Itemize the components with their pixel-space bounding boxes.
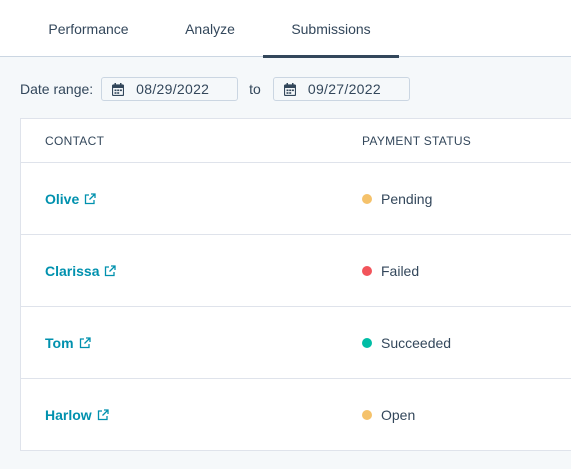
tab-analyze[interactable]: Analyze: [172, 0, 248, 57]
status-label: Failed: [381, 263, 420, 279]
payment-status: Pending: [362, 163, 432, 235]
table-row: Clarissa Failed: [21, 235, 571, 307]
to-label: to: [249, 81, 261, 97]
contact-link[interactable]: Harlow: [45, 379, 109, 451]
status-dot: [362, 410, 372, 420]
end-date-input[interactable]: 09/27/2022: [272, 77, 410, 101]
status-label: Succeeded: [381, 335, 452, 351]
table-header: CONTACT PAYMENT STATUS: [21, 119, 571, 163]
contact-name: Harlow: [45, 407, 92, 423]
tab-submissions[interactable]: Submissions: [263, 0, 399, 58]
external-link-icon: [105, 265, 117, 277]
date-range-filter: Date range: 08/29/2022 to 09/27/2022: [20, 77, 410, 101]
contact-link[interactable]: Tom: [45, 307, 91, 379]
table-row: Olive Pending: [21, 163, 571, 235]
payment-status: Succeeded: [362, 307, 451, 379]
status-label: Pending: [381, 191, 433, 207]
contact-link[interactable]: Olive: [45, 163, 96, 235]
end-date-value: 09/27/2022: [307, 81, 381, 97]
table-row: Tom Succeeded: [21, 307, 571, 379]
column-header-contact[interactable]: CONTACT: [45, 134, 104, 148]
status-dot: [362, 266, 372, 276]
external-link-icon: [97, 409, 109, 421]
payment-status: Open: [362, 379, 415, 451]
contact-name: Tom: [45, 335, 74, 351]
start-date-value: 08/29/2022: [136, 81, 210, 97]
calendar-icon: [112, 82, 125, 96]
external-link-icon: [85, 193, 96, 205]
start-date-input[interactable]: 08/29/2022: [101, 77, 239, 101]
tab-bar: Performance Analyze Submissions: [0, 0, 571, 58]
calendar-icon: [283, 82, 296, 96]
contact-name: Clarissa: [45, 263, 100, 279]
date-range-label: Date range:: [20, 81, 94, 97]
contact-name: Olive: [45, 191, 80, 207]
payment-status: Failed: [362, 235, 419, 307]
contact-link[interactable]: Clarissa: [45, 235, 117, 307]
submissions-table: CONTACT PAYMENT STATUS Olive Pending Cla…: [20, 118, 571, 451]
status-dot: [362, 194, 372, 204]
status-dot: [362, 338, 372, 348]
status-label: Open: [381, 407, 416, 423]
tab-performance[interactable]: Performance: [37, 0, 140, 57]
column-header-payment-status[interactable]: PAYMENT STATUS: [362, 134, 471, 148]
external-link-icon: [79, 337, 91, 349]
table-row: Harlow Open: [21, 379, 571, 451]
